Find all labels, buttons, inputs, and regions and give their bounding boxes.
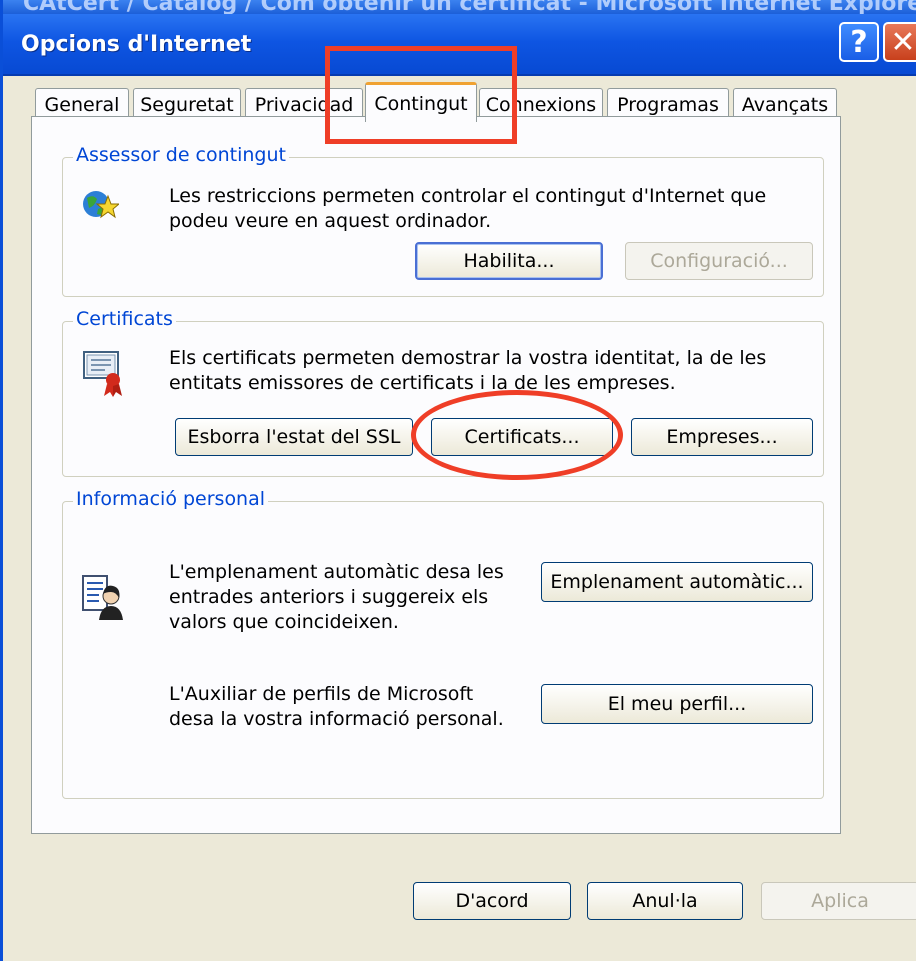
content-advisor-group-label: Assessor de contingut <box>73 144 289 166</box>
certificates-description: Els certificats permeten demostrar la vo… <box>169 346 809 396</box>
help-icon: ? <box>850 24 868 60</box>
profile-description-line1: L'Auxiliar de perfils de Microsoft <box>169 683 474 705</box>
dialog-title: Opcions d'Internet <box>21 32 252 57</box>
configuration-button[interactable]: Configuració... <box>625 242 813 280</box>
apply-button[interactable]: Aplica <box>761 882 916 920</box>
content-tab-panel: Assessor de contingut Les restriccions p… <box>31 116 841 834</box>
profile-description: L'Auxiliar de perfils de Microsoft desa … <box>169 682 529 732</box>
publishers-button[interactable]: Empreses... <box>631 418 813 456</box>
autocomplete-description-line1: L'emplenament automàtic desa les <box>169 561 504 583</box>
internet-options-dialog: CAtCert / Catalog / Com obtenir un certi… <box>0 0 916 961</box>
ok-button[interactable]: D'acord <box>413 882 571 920</box>
close-icon: ✕ <box>890 24 916 60</box>
autocomplete-button[interactable]: Emplenament automàtic... <box>541 562 813 602</box>
annotation-highlight-certificates-button <box>411 390 623 480</box>
content-advisor-group: Assessor de contingut Les restriccions p… <box>62 144 824 297</box>
autocomplete-description: L'emplenament automàtic desa les entrade… <box>169 560 529 635</box>
autocomplete-description-line2: entrades anteriors i suggereix els <box>169 586 489 608</box>
help-button[interactable]: ? <box>839 22 879 62</box>
certificate-icon <box>83 351 122 397</box>
personal-info-group-label: Informació personal <box>73 488 269 510</box>
cancel-button[interactable]: Anul·la <box>587 882 743 920</box>
certificates-description-line1: Els certificats permeten demostrar la vo… <box>169 347 767 369</box>
personal-info-group: Informació personal L'emplenament automà… <box>62 488 824 799</box>
content-advisor-description-line1: Les restriccions permeten controlar el c… <box>169 185 767 207</box>
enable-button[interactable]: Habilita... <box>415 242 603 280</box>
my-profile-button[interactable]: El meu perfil... <box>541 684 813 724</box>
annotation-highlight-content-tab <box>325 46 517 144</box>
content-advisor-description: Les restriccions permeten controlar el c… <box>169 184 809 234</box>
certificates-group-label: Certificats <box>73 308 176 330</box>
clear-ssl-state-button[interactable]: Esborra l'estat del SSL <box>175 418 413 456</box>
autocomplete-description-line3: valors que coincideixen. <box>169 611 399 633</box>
background-window-title: CAtCert / Catalog / Com obtenir un certi… <box>23 0 916 14</box>
close-button[interactable]: ✕ <box>883 22 916 62</box>
background-window-titlebar: CAtCert / Catalog / Com obtenir un certi… <box>3 0 916 14</box>
profile-description-line2: desa la vostra informació personal. <box>169 708 504 730</box>
content-advisor-description-line2: podeu veure en aquest ordinador. <box>169 210 492 232</box>
globe-star-icon <box>83 191 119 219</box>
autocomplete-person-icon <box>82 575 123 620</box>
